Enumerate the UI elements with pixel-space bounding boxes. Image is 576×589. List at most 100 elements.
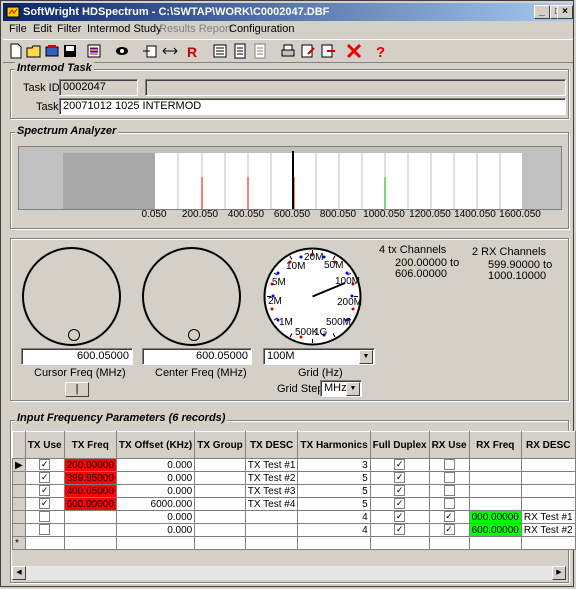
rx-use-cell[interactable] [428,484,470,498]
empty-cell[interactable] [115,536,196,550]
tx-group-cell[interactable] [194,484,246,498]
tx-use-cell[interactable] [24,510,65,524]
rx-use-checkbox[interactable] [443,498,455,510]
report-icon[interactable] [211,42,229,60]
rx-desc-cell[interactable]: RX Test #1 [520,510,576,524]
rx-desc-cell[interactable] [520,458,576,472]
tx-use-checkbox[interactable]: ✓ [39,472,51,484]
list-icon[interactable] [85,42,103,60]
full-duplex-cell[interactable]: ✓ [369,484,430,498]
rx-use-checkbox[interactable] [443,485,455,497]
empty-cell[interactable] [63,536,117,550]
rx-desc-cell[interactable] [520,484,576,498]
edit-icon[interactable] [299,42,317,60]
rx-freq-cell[interactable] [468,471,522,485]
header-tx-offset[interactable]: TX Offset (KHz) [115,431,196,459]
horizontal-scrollbar[interactable]: ◀ ▶ [12,566,566,580]
center-freq-field[interactable]: 600.05000 [142,348,252,365]
full-duplex-cell[interactable]: ✓ [369,497,430,511]
empty-cell[interactable] [369,536,430,550]
rx-use-cell[interactable] [428,471,470,485]
rx-use-checkbox[interactable]: ✓ [443,511,455,523]
rx-desc-cell[interactable]: RX Test #2 [520,523,576,537]
menu-intermod-study[interactable]: Intermod Study [87,23,162,35]
rx-freq-cell[interactable] [468,484,522,498]
header-rx-desc[interactable]: RX DESC [520,431,576,459]
rx-use-cell[interactable]: ✓ [428,510,470,524]
tx-freq-cell[interactable]: 200.00000 [63,458,117,472]
tx-offset-cell[interactable]: 0.000 [115,523,196,537]
new-row-indicator[interactable]: * [12,536,26,550]
tx-group-cell[interactable] [194,458,246,472]
tx-harmonics-cell[interactable]: 4 [297,510,371,524]
tx-use-checkbox[interactable] [39,524,51,536]
tx-use-checkbox[interactable]: ✓ [39,485,51,497]
rx-use-checkbox[interactable]: ✓ [443,524,455,536]
rx-use-cell[interactable] [428,458,470,472]
row-indicator[interactable] [12,523,26,537]
open-db-icon[interactable] [43,42,61,60]
tx-use-checkbox[interactable]: ✓ [39,459,51,471]
full-duplex-checkbox[interactable]: ✓ [394,524,406,536]
row-indicator[interactable]: ▶ [12,458,26,472]
save-icon[interactable] [61,42,79,60]
full-duplex-checkbox[interactable]: ✓ [394,485,406,497]
table-row[interactable]: ✓ 399.95000 0.000 TX Test #2 5 ✓ [12,471,576,485]
full-duplex-checkbox[interactable]: ✓ [394,472,406,484]
new-file-icon[interactable] [7,42,25,60]
grid-select[interactable]: 100M ▼ [263,348,375,365]
print-preview-icon[interactable] [113,42,131,60]
full-duplex-checkbox[interactable]: ✓ [394,459,406,471]
empty-cell[interactable] [428,536,470,550]
cursor-freq-field[interactable]: 600.05000 [21,348,133,365]
tx-freq-cell[interactable]: 600.00000 [63,497,117,511]
tx-freq-cell[interactable]: 399.95000 [63,471,117,485]
menu-configuration[interactable]: Configuration [229,23,294,35]
empty-cell[interactable] [468,536,522,550]
row-indicator[interactable] [12,510,26,524]
grid-step-select[interactable]: MHz ▼ [320,380,362,397]
full-duplex-cell[interactable]: ✓ [369,471,430,485]
close-icon[interactable]: × [557,5,573,19]
menu-results-report[interactable]: Results Report [159,23,232,35]
empty-cell[interactable] [244,536,299,550]
tx-freq-cell[interactable] [63,510,117,524]
cursor-freq-dial[interactable] [22,247,121,346]
tx-desc-cell[interactable] [244,510,299,524]
tx-use-cell[interactable]: ✓ [24,497,65,511]
tx-group-cell[interactable] [194,497,246,511]
row-indicator[interactable] [12,497,26,511]
tx-harmonics-cell[interactable]: 5 [297,471,371,485]
tx-freq-cell[interactable]: 400.05000 [63,484,117,498]
tx-desc-cell[interactable]: TX Test #3 [244,484,299,498]
tx-offset-cell[interactable]: 0.000 [115,471,196,485]
document-icon[interactable] [231,42,249,60]
rx-desc-cell[interactable] [520,497,576,511]
rx-use-checkbox[interactable] [443,459,455,471]
tx-desc-cell[interactable]: TX Test #4 [244,497,299,511]
import-icon[interactable] [141,42,159,60]
tx-desc-cell[interactable]: TX Test #2 [244,471,299,485]
spectrum-display[interactable] [18,146,562,210]
tx-harmonics-cell[interactable]: 3 [297,458,371,472]
delete-x-icon[interactable] [345,42,363,60]
menu-filter[interactable]: Filter [57,23,81,35]
full-duplex-checkbox[interactable]: ✓ [394,511,406,523]
rx-use-checkbox[interactable] [443,472,455,484]
tx-use-cell[interactable]: ✓ [24,458,65,472]
header-tx-harmonics[interactable]: TX Harmonics [297,431,371,459]
header-rx-freq[interactable]: RX Freq [468,431,522,459]
reset-r-icon[interactable]: R [183,42,201,60]
help-icon[interactable]: ? [371,42,389,60]
grid-dial[interactable]: 10M 20M 50M 100M 200M 500M 1G 500K 1M 2M… [263,247,362,346]
scroll-right-icon[interactable]: ▶ [552,566,566,580]
tx-group-cell[interactable] [194,510,246,524]
empty-cell[interactable] [194,536,246,550]
tx-desc-cell[interactable] [244,523,299,537]
tx-use-checkbox[interactable] [39,511,51,523]
cursor-button[interactable]: | [65,382,89,397]
tx-desc-cell[interactable]: TX Test #1 [244,458,299,472]
rx-use-cell[interactable] [428,497,470,511]
tx-harmonics-cell[interactable]: 5 [297,484,371,498]
tx-offset-cell[interactable]: 0.000 [115,458,196,472]
